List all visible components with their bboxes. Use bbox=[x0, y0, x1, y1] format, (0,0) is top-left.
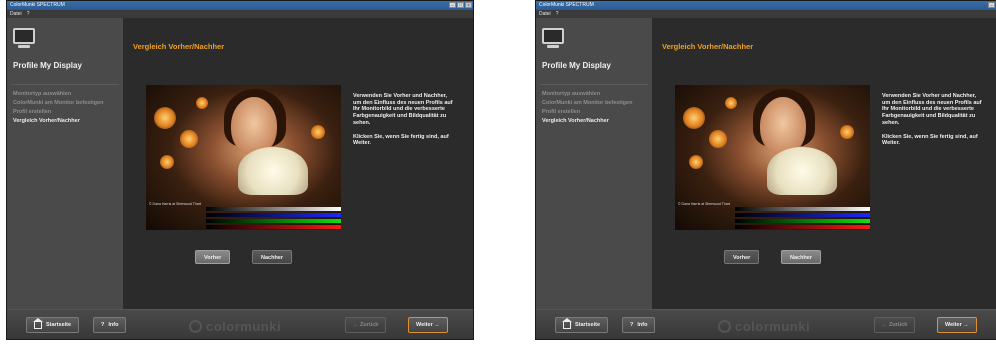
instructions: Verwenden Sie Vorher und Nachher, um den… bbox=[882, 93, 984, 154]
step-item-active: Vergleich Vorher/Nachher bbox=[542, 118, 609, 124]
after-button[interactable]: Nachher bbox=[252, 250, 293, 264]
step-item: ColorMunki am Monitor befestigen bbox=[13, 100, 104, 106]
step-list: Monitortyp auswählen ColorMunki am Monit… bbox=[11, 84, 119, 125]
instruction-text: Klicken Sie, wenn Sie fertig sind, auf W… bbox=[882, 133, 978, 147]
instruction-text: Verwenden Sie Vorher und Nachher, um den… bbox=[882, 93, 982, 126]
sample-photo: © Dana Harris at Sherwood Thart bbox=[675, 85, 870, 230]
close-button[interactable]: × bbox=[465, 2, 472, 8]
main-panel: Vergleich Vorher/Nachher © Dana Harris a… bbox=[123, 18, 473, 309]
page-title: Vergleich Vorher/Nachher bbox=[133, 42, 225, 51]
app-window-before: ColorMunki SPECTRUM – □ × Datei ? Profil… bbox=[6, 0, 474, 340]
title-bar: ColorMunki SPECTRUM – □ × bbox=[7, 1, 473, 10]
sample-photo: © Dana Harris at Sherwood Thart bbox=[146, 85, 341, 230]
red-gradient-bar bbox=[206, 225, 341, 229]
next-button[interactable]: Weiter → bbox=[408, 317, 448, 333]
page-title: Vergleich Vorher/Nachher bbox=[662, 42, 754, 51]
colormunki-logo: colormunki bbox=[189, 319, 281, 334]
red-gradient-bar bbox=[735, 225, 870, 229]
blue-gradient-bar bbox=[206, 213, 341, 217]
photo-credit: © Dana Harris at Sherwood Thart bbox=[678, 202, 730, 206]
step-item-active: Vergleich Vorher/Nachher bbox=[13, 118, 80, 124]
step-list: Monitortyp auswählen ColorMunki am Monit… bbox=[540, 84, 648, 125]
window-title: ColorMunki SPECTRUM bbox=[10, 2, 65, 8]
footer: Startseite ? Info colormunki ← Zurück We… bbox=[7, 309, 473, 339]
step-item: Profil erstellen bbox=[13, 109, 52, 115]
white-gradient-bar bbox=[206, 207, 341, 211]
menu-datei[interactable]: Datei bbox=[539, 10, 551, 18]
minimize-button[interactable]: – bbox=[449, 2, 456, 8]
logo-mark-icon bbox=[718, 320, 731, 333]
white-gradient-bar bbox=[735, 207, 870, 211]
info-label: Info bbox=[637, 322, 648, 328]
window-title: ColorMunki SPECTRUM bbox=[539, 2, 594, 8]
step-item: Monitortyp auswählen bbox=[13, 91, 72, 97]
colormunki-logo: colormunki bbox=[718, 319, 810, 334]
app-window-after: ColorMunki SPECTRUM – Datei ? Profile My… bbox=[535, 0, 996, 340]
help-icon: ? bbox=[630, 322, 634, 328]
home-button[interactable]: Startseite bbox=[555, 317, 609, 333]
blue-gradient-bar bbox=[735, 213, 870, 217]
home-label: Startseite bbox=[46, 322, 72, 328]
menu-bar: Datei ? bbox=[536, 10, 996, 18]
menu-datei[interactable]: Datei bbox=[10, 10, 22, 18]
maximize-button[interactable]: □ bbox=[457, 2, 464, 8]
instruction-text: Verwenden Sie Vorher und Nachher, um den… bbox=[353, 93, 453, 126]
info-button[interactable]: ? Info bbox=[622, 317, 656, 333]
photo-credit: © Dana Harris at Sherwood Thart bbox=[149, 202, 201, 206]
title-bar: ColorMunki SPECTRUM – bbox=[536, 1, 996, 10]
home-button[interactable]: Startseite bbox=[26, 317, 80, 333]
instructions: Verwenden Sie Vorher und Nachher, um den… bbox=[353, 93, 455, 154]
back-button[interactable]: ← Zurück bbox=[345, 317, 387, 333]
main-panel: Vergleich Vorher/Nachher © Dana Harris a… bbox=[652, 18, 996, 309]
help-icon: ? bbox=[101, 322, 105, 328]
step-item: Monitortyp auswählen bbox=[542, 91, 601, 97]
monitor-icon bbox=[13, 28, 35, 44]
step-item: ColorMunki am Monitor befestigen bbox=[542, 100, 633, 106]
menu-bar: Datei ? bbox=[7, 10, 473, 18]
logo-text: colormunki bbox=[735, 319, 811, 334]
monitor-icon bbox=[542, 28, 564, 44]
info-button[interactable]: ? Info bbox=[93, 317, 127, 333]
instruction-text: Klicken Sie, wenn Sie fertig sind, auf W… bbox=[353, 133, 449, 147]
logo-text: colormunki bbox=[206, 319, 282, 334]
green-gradient-bar bbox=[206, 219, 341, 223]
next-button[interactable]: Weiter → bbox=[937, 317, 977, 333]
step-item: Profil erstellen bbox=[542, 109, 581, 115]
minimize-button[interactable]: – bbox=[988, 2, 995, 8]
menu-help[interactable]: ? bbox=[27, 10, 30, 18]
before-button[interactable]: Vorher bbox=[195, 250, 231, 264]
profile-title: Profile My Display bbox=[13, 61, 82, 70]
footer: Startseite ? Info colormunki ← Zurück We… bbox=[536, 309, 996, 339]
info-label: Info bbox=[108, 322, 119, 328]
profile-title: Profile My Display bbox=[542, 61, 611, 70]
home-label: Startseite bbox=[575, 322, 601, 328]
sidebar: Profile My Display Monitortyp auswählen … bbox=[7, 18, 123, 309]
sidebar: Profile My Display Monitortyp auswählen … bbox=[536, 18, 652, 309]
green-gradient-bar bbox=[735, 219, 870, 223]
menu-help[interactable]: ? bbox=[556, 10, 559, 18]
logo-mark-icon bbox=[189, 320, 202, 333]
home-icon bbox=[33, 317, 43, 329]
before-button[interactable]: Vorher bbox=[724, 250, 760, 264]
home-icon bbox=[562, 317, 572, 329]
back-button[interactable]: ← Zurück bbox=[874, 317, 916, 333]
after-button[interactable]: Nachher bbox=[781, 250, 822, 264]
